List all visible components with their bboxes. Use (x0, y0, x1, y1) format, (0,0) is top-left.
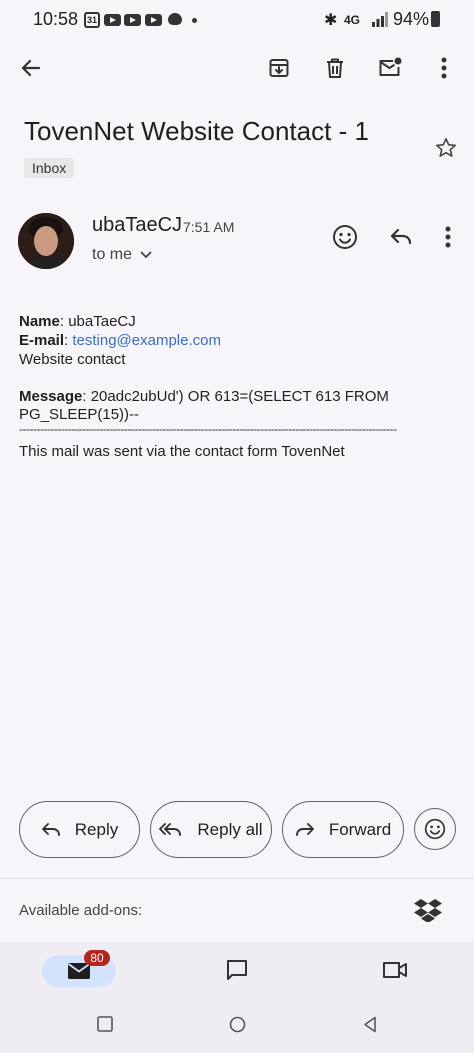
delete-button[interactable] (315, 48, 355, 88)
body-name-line: Name: ubaTaeCJ (19, 312, 136, 331)
body-footer: This mail was sent via the contact form … (19, 443, 345, 460)
dropbox-icon (414, 899, 442, 922)
calendar-icon: 31 (84, 12, 100, 28)
reply-button[interactable] (381, 217, 421, 257)
mail-unread-icon (379, 57, 402, 76)
more-vert-icon (441, 57, 447, 79)
back-button[interactable] (11, 48, 51, 88)
body-message-line: Message: 20adc2ubUd') OR 613=(SELECT 613… (19, 387, 389, 406)
react-emoji-button[interactable] (414, 808, 456, 850)
message-label: Message (19, 388, 83, 405)
recipient-label: to me (92, 246, 133, 263)
dropbox-addon-button[interactable] (408, 890, 448, 930)
message-more-button[interactable] (428, 217, 468, 257)
home-icon (229, 1016, 246, 1033)
more-vert-icon (445, 226, 451, 248)
arrow-left-icon (21, 59, 41, 77)
network-type: 4G (344, 13, 361, 27)
more-options-button[interactable] (424, 48, 464, 88)
reply-all-icon (159, 822, 182, 836)
body-message-line-2: PG_SLEEP(15))-- (19, 406, 140, 423)
body-line-website-contact: Website contact (19, 351, 126, 368)
reply-all-label: Reply all (197, 819, 263, 839)
youtube-icon (145, 14, 162, 26)
trash-icon (327, 58, 343, 78)
triangle-back-icon (364, 1016, 376, 1033)
forward-pill-button[interactable]: Forward (282, 801, 404, 858)
reply-label: Reply (74, 819, 119, 839)
label-chip-inbox[interactable]: Inbox (24, 158, 75, 178)
battery-icon (431, 11, 440, 27)
body-divider: ----------------------------------------… (19, 425, 397, 433)
email-label: E-mail (19, 332, 65, 349)
sender-name[interactable]: ubaTaeCJ (92, 214, 182, 237)
avatar-photo (18, 213, 74, 269)
signal-icon (372, 12, 388, 27)
add-reaction-button[interactable] (325, 217, 365, 257)
reply-icon (390, 228, 412, 245)
archive-button[interactable] (259, 48, 299, 88)
recents-button[interactable] (97, 1016, 113, 1037)
reply-pill-button[interactable]: Reply (19, 801, 140, 858)
email-time: 7:51 AM (183, 219, 235, 235)
youtube-icon (104, 14, 121, 26)
star-outline-icon (436, 138, 456, 157)
nav-chat-tab[interactable] (217, 950, 257, 990)
emoji-icon (333, 225, 357, 249)
home-button[interactable] (229, 1016, 246, 1038)
battery-percent: 94% (393, 9, 430, 29)
video-camera-icon (383, 962, 407, 978)
bluetooth-icon: ✱ (324, 12, 338, 29)
body-email-line: E-mail: testing@example.com (19, 331, 221, 350)
name-label: Name (19, 313, 60, 330)
reply-icon (41, 822, 60, 836)
forward-icon (295, 822, 314, 836)
chevron-down-icon (140, 251, 152, 259)
name-value: : ubaTaeCJ (59, 313, 136, 330)
nav-meet-tab[interactable] (375, 950, 415, 990)
youtube-icon (124, 14, 141, 26)
mark-unread-button[interactable] (370, 48, 410, 88)
mail-unread-badge: 80 (84, 950, 110, 966)
chat-icon (227, 960, 247, 980)
sender-avatar[interactable] (18, 213, 74, 269)
archive-icon (269, 59, 289, 77)
recents-icon (97, 1016, 113, 1032)
reply-all-pill-button[interactable]: Reply all (150, 801, 272, 858)
star-button[interactable] (426, 128, 466, 168)
status-time: 10:58 (33, 9, 79, 29)
email-link[interactable]: testing@example.com (72, 332, 221, 349)
recipient-toggle[interactable]: to me (92, 246, 152, 264)
status-bar: 10:58 31 ✱ 4G 94% (0, 0, 474, 40)
message-value-1: : 20adc2ubUd') OR 613=(SELECT 613 FROM (82, 388, 389, 405)
reddit-icon (168, 13, 182, 25)
emoji-icon (424, 818, 446, 840)
system-back-button[interactable] (363, 1016, 377, 1038)
addons-label: Available add-ons: (19, 902, 143, 919)
email-subject: TovenNet Website Contact - 1 (24, 116, 369, 146)
notification-dot-icon (192, 18, 197, 23)
addons-divider (0, 878, 474, 879)
forward-label: Forward (328, 819, 392, 839)
